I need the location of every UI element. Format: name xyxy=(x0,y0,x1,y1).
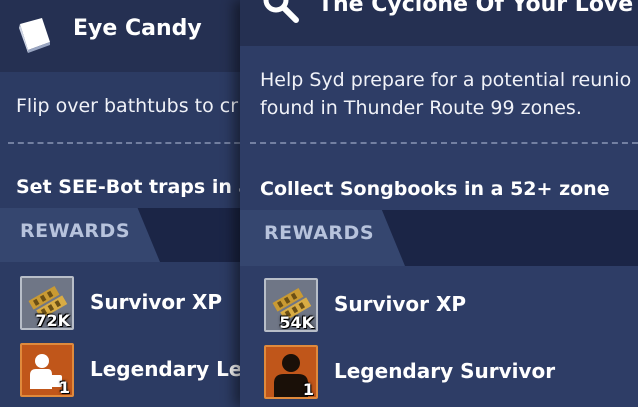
rewards-header: REWARDS xyxy=(0,208,250,262)
reward-name: Legendary Lea xyxy=(90,357,250,381)
reward-name: Legendary Survivor xyxy=(334,359,556,383)
legendary-survivor-icon: 1 xyxy=(264,345,318,399)
quest-header: Eye Candy xyxy=(0,0,250,72)
legendary-lead-icon: 1 xyxy=(20,343,74,397)
description-line: Help Syd prepare for a potential reunio xyxy=(260,69,632,91)
quest-header: The Cyclone Of Your Love xyxy=(240,0,638,46)
reward-quantity: 1 xyxy=(58,378,70,397)
reward-quantity: 72K xyxy=(35,311,70,330)
magnifier-icon xyxy=(260,0,300,28)
rewards-label: REWARDS xyxy=(264,222,375,244)
reward-name: Survivor XP xyxy=(334,292,467,316)
survivor-xp-icon: 54K xyxy=(264,278,318,332)
reward-quantity: 1 xyxy=(302,380,314,399)
book-icon xyxy=(16,16,54,54)
quest-objective: Set SEE-Bot traps in a xyxy=(16,176,250,198)
rewards-label: REWARDS xyxy=(20,220,131,242)
survivor-xp-icon: 72K xyxy=(20,276,74,330)
quest-description: Help Syd prepare for a potential reunio … xyxy=(260,66,631,122)
quest-description: Flip over bathtubs to cr xyxy=(16,95,239,117)
rewards-header: REWARDS xyxy=(240,210,638,266)
reward-quantity: 54K xyxy=(279,313,314,332)
reward-name: Survivor XP xyxy=(90,290,223,314)
divider xyxy=(250,142,638,144)
description-line: found in Thunder Route 99 zones. xyxy=(260,97,582,119)
divider xyxy=(8,142,250,144)
quest-objective: Collect Songbooks in a 52+ zone xyxy=(260,178,610,200)
quest-card-the-cyclone-of-your-love[interactable]: The Cyclone Of Your Love Help Syd prepar… xyxy=(240,0,638,407)
quest-title: Eye Candy xyxy=(73,16,202,41)
quest-title: The Cyclone Of Your Love xyxy=(318,0,634,17)
quest-card-eye-candy[interactable]: Eye Candy Flip over bathtubs to cr Set S… xyxy=(0,0,250,407)
